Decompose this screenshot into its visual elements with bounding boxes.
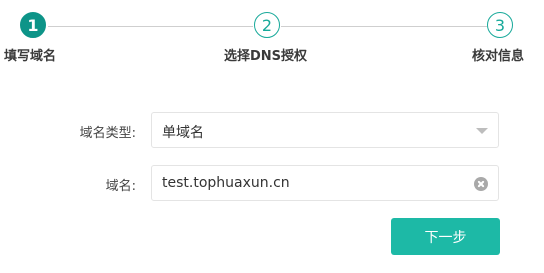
domain-type-select[interactable]: 单域名 — [151, 112, 499, 148]
domain-input-value: test.tophuaxun.cn — [162, 175, 290, 191]
chevron-down-icon[interactable] — [476, 128, 488, 134]
step-connector-2-3 — [281, 26, 487, 27]
step-1-label: 填写域名 — [4, 49, 57, 64]
step-3-number: 3 — [494, 15, 506, 35]
next-step-button-label: 下一步 — [424, 229, 467, 246]
step-connector-1-2 — [48, 26, 253, 27]
step-2-circle: 2 — [254, 12, 280, 38]
step-2-label: 选择DNS授权 — [224, 49, 308, 64]
step-3-label: 核对信息 — [472, 49, 525, 64]
step-indicator: 1 2 3 填写域名 选择DNS授权 核对信息 — [0, 0, 544, 70]
clear-icon[interactable] — [474, 177, 488, 191]
domain-type-label: 域名类型: — [79, 126, 136, 141]
step-1-circle: 1 — [20, 12, 46, 38]
step-3-circle: 3 — [487, 12, 513, 38]
step-2-number: 2 — [261, 15, 273, 35]
domain-input[interactable]: test.tophuaxun.cn — [151, 165, 499, 201]
domain-type-selected-value: 单域名 — [162, 125, 204, 141]
step-1-number: 1 — [27, 15, 39, 35]
domain-label: 域名: — [105, 179, 136, 194]
next-step-button[interactable]: 下一步 — [391, 218, 500, 255]
